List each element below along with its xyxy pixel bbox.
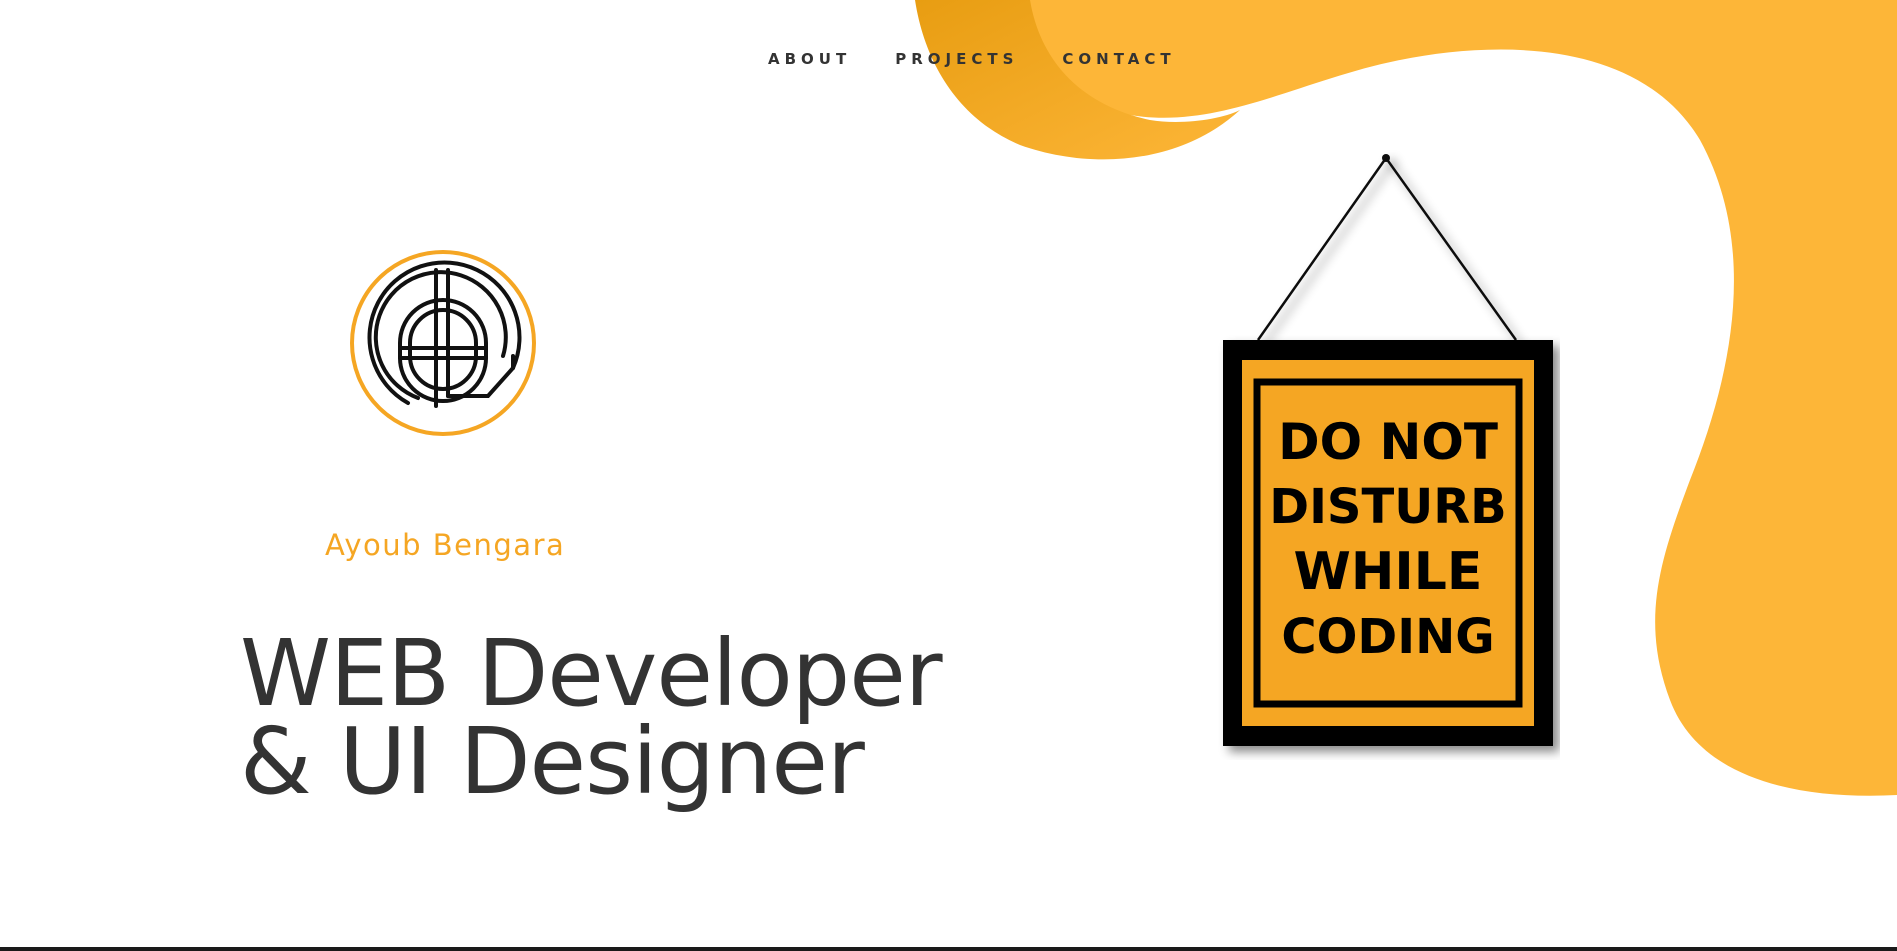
sign-line-1: DO NOT xyxy=(1278,413,1498,471)
author-name: Ayoub Bengara xyxy=(325,528,566,562)
nav-link-contact[interactable]: CONTACT xyxy=(1062,50,1175,68)
headline-line-2: & UI Designer xyxy=(240,708,865,815)
nav-link-projects[interactable]: PROJECTS xyxy=(895,50,1018,68)
sign-string xyxy=(1256,154,1518,341)
main-nav: ABOUT PROJECTS CONTACT xyxy=(768,50,1176,68)
portfolio-page: ABOUT PROJECTS CONTACT Ayoub Bengara WEB… xyxy=(0,0,1897,951)
do-not-disturb-sign: DO NOT DISTURB WHILE CODING xyxy=(1223,154,1553,746)
hero-headline: WEB Developer & UI Designer xyxy=(240,620,943,815)
sign-line-4: CODING xyxy=(1281,609,1494,665)
sign-line-2: DISTURB xyxy=(1269,479,1507,535)
sign-line-3: WHILE xyxy=(1294,542,1483,602)
nav-link-about[interactable]: ABOUT xyxy=(768,50,851,68)
ab-monogram-logo-icon xyxy=(350,250,536,436)
bottom-divider xyxy=(0,947,1897,951)
headline-line-1: WEB Developer xyxy=(240,620,943,727)
